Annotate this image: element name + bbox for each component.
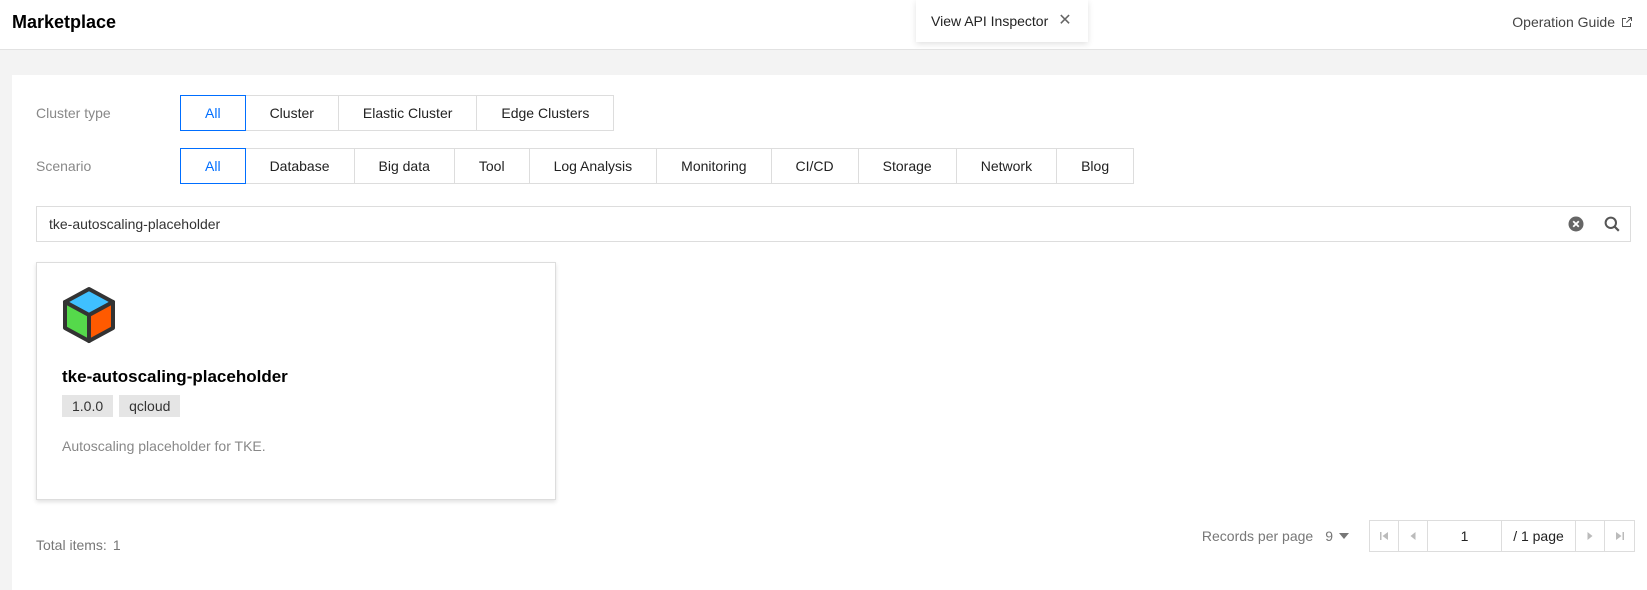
scenario-option-big-data[interactable]: Big data (353, 148, 455, 184)
scenario-option-blog[interactable]: Blog (1056, 148, 1135, 184)
search-box (36, 206, 1631, 242)
cluster-type-option-cluster[interactable]: Cluster (244, 95, 339, 131)
first-page-button[interactable] (1370, 521, 1399, 551)
cluster-type-options: All Cluster Elastic Cluster Edge Clusters (180, 95, 615, 131)
prev-page-button[interactable] (1399, 521, 1428, 551)
caret-down-icon (1339, 533, 1349, 539)
scenario-option-storage[interactable]: Storage (857, 148, 957, 184)
last-page-icon (1615, 532, 1624, 540)
top-bar: Marketplace Operation Guide (0, 0, 1647, 50)
cube-icon (63, 287, 115, 343)
app-card[interactable]: tke-autoscaling-placeholder 1.0.0 qcloud… (36, 262, 556, 500)
page-number-input[interactable] (1428, 521, 1502, 551)
api-inspector-label: View API Inspector (931, 13, 1049, 29)
operation-guide-link[interactable]: Operation Guide (1512, 14, 1633, 30)
app-description: Autoscaling placeholder for TKE. (62, 438, 266, 454)
cluster-type-option-all[interactable]: All (180, 95, 246, 131)
last-page-button[interactable] (1605, 521, 1634, 551)
api-inspector-toggle[interactable]: View API Inspector ✕ (916, 0, 1088, 42)
external-link-icon (1622, 17, 1632, 27)
scenario-option-monitoring[interactable]: Monitoring (656, 148, 772, 184)
scenario-options: All Database Big data Tool Log Analysis Monit… (180, 148, 1135, 184)
records-per-page-label: Records per page (1201, 528, 1314, 544)
source-tag: qcloud (119, 395, 181, 417)
scenario-option-log-analysis[interactable]: Log Analysis (528, 148, 658, 184)
search-input[interactable] (49, 216, 1558, 232)
records-per-page-select[interactable]: 9 (1325, 528, 1349, 544)
version-tag: 1.0.0 (62, 395, 114, 417)
scenario-option-ci-cd[interactable]: CI/CD (770, 148, 859, 184)
total-items-value: 1 (112, 537, 121, 553)
pagination: Records per page 9 / 1 page (1202, 520, 1635, 552)
total-items: Total items: 1 (36, 537, 121, 553)
cluster-type-label: Cluster type (36, 105, 111, 121)
scenario-option-network[interactable]: Network (955, 148, 1058, 184)
scenario-option-all[interactable]: All (180, 148, 246, 184)
clear-icon[interactable] (1558, 207, 1594, 241)
scenario-option-database[interactable]: Database (244, 148, 355, 184)
prev-page-icon (1410, 532, 1416, 540)
close-icon[interactable]: ✕ (1058, 13, 1071, 29)
marketplace-panel: Cluster type All Cluster Elastic Cluster Ed… (12, 75, 1647, 590)
next-page-icon (1587, 532, 1593, 540)
cluster-type-filter: Cluster type All Cluster Elastic Cluster Ed… (36, 95, 615, 131)
records-per-page-value: 9 (1325, 528, 1333, 544)
cluster-type-option-edge-clusters[interactable]: Edge Clusters (476, 95, 615, 131)
page-title: Marketplace (12, 12, 117, 32)
total-pages: / 1 page (1502, 521, 1576, 551)
pager: / 1 page (1369, 520, 1635, 552)
search-icon[interactable] (1594, 207, 1630, 241)
first-page-icon (1380, 532, 1388, 540)
app-name[interactable]: tke-autoscaling-placeholder (62, 367, 288, 387)
operation-guide-label: Operation Guide (1512, 14, 1615, 30)
next-page-button[interactable] (1576, 521, 1605, 551)
cluster-type-option-elastic-cluster[interactable]: Elastic Cluster (337, 95, 478, 131)
scenario-filter: Scenario All Database Big data Tool Log Anal… (36, 148, 1135, 184)
scenario-label: Scenario (36, 158, 92, 174)
total-items-label: Total items: (36, 537, 107, 553)
app-tags: 1.0.0 qcloud (62, 395, 181, 417)
scenario-option-tool[interactable]: Tool (453, 148, 530, 184)
